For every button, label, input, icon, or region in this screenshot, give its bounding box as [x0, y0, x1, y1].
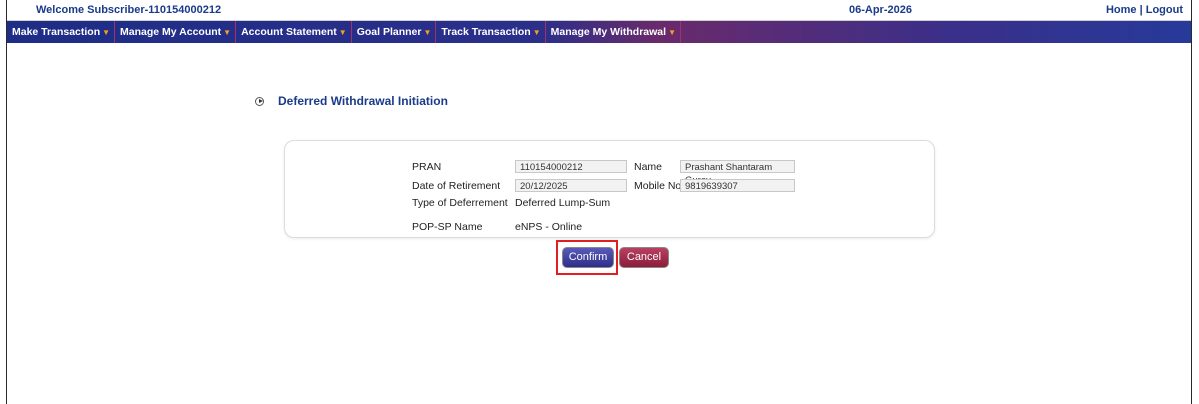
deferment-label: Type of Deferrement	[412, 197, 508, 209]
caret-down-icon: ▼	[102, 28, 111, 37]
popsp-value: eNPS - Online	[515, 221, 583, 233]
withdrawal-details-panel: PRAN 110154000212 Name Prashant Shantara…	[284, 140, 935, 238]
main-nav: Make Transaction ▼ Manage My Account ▼ Acc…	[7, 21, 1191, 43]
dor-label: Date of Retirement	[412, 180, 501, 192]
nav-label: Goal Planner	[356, 26, 422, 38]
caret-down-icon: ▼	[668, 28, 676, 37]
caret-down-icon: ▼	[532, 28, 541, 37]
nav-make-transaction[interactable]: Make Transaction ▼	[7, 21, 116, 43]
top-links: Home | Logout	[1106, 4, 1183, 16]
top-bar: Welcome Subscriber-110154000212 06-Apr-2…	[7, 0, 1191, 21]
caret-down-icon: ▼	[223, 28, 232, 37]
page-title: Deferred Withdrawal Initiation	[278, 94, 448, 108]
nav-manage-my-account[interactable]: Manage My Account ▼	[115, 21, 237, 43]
mobile-field: 9819639307	[680, 179, 795, 192]
caret-down-icon: ▼	[338, 28, 347, 37]
cancel-button[interactable]: Cancel	[619, 247, 669, 268]
nav-label: Account Statement	[241, 26, 337, 38]
popsp-label: POP-SP Name	[412, 221, 483, 233]
nav-manage-my-withdrawal[interactable]: Manage My Withdrawal ▼	[546, 21, 681, 43]
mobile-label: Mobile No	[634, 180, 682, 192]
nav-label: Make Transaction	[12, 26, 101, 38]
section-title: Deferred Withdrawal Initiation	[255, 94, 448, 108]
current-date: 06-Apr-2026	[849, 4, 912, 16]
nav-track-transaction[interactable]: Track Transaction ▼	[436, 21, 546, 43]
app-frame: Welcome Subscriber-110154000212 06-Apr-2…	[6, 0, 1192, 404]
name-field: Prashant Shantaram Gurav	[680, 160, 795, 186]
dor-field: 20/12/2025	[515, 179, 627, 192]
home-link[interactable]: Home	[1106, 4, 1137, 16]
pran-field: 110154000212	[515, 160, 627, 173]
confirm-button[interactable]: Confirm	[562, 247, 614, 268]
link-separator: |	[1136, 4, 1146, 16]
name-label: Name	[634, 161, 663, 173]
logout-link[interactable]: Logout	[1146, 4, 1183, 16]
arrow-bullet-icon	[255, 96, 264, 106]
nav-goal-planner[interactable]: Goal Planner ▼	[352, 21, 437, 43]
pran-label: PRAN	[412, 161, 442, 173]
nav-account-statement[interactable]: Account Statement ▼	[236, 21, 352, 43]
caret-down-icon: ▼	[423, 28, 432, 37]
nav-label: Track Transaction	[441, 26, 531, 38]
deferment-value: Deferred Lump-Sum	[515, 197, 611, 209]
welcome-text: Welcome Subscriber-110154000212	[36, 4, 222, 16]
nav-label: Manage My Withdrawal	[550, 26, 667, 38]
nav-label: Manage My Account	[120, 26, 222, 38]
